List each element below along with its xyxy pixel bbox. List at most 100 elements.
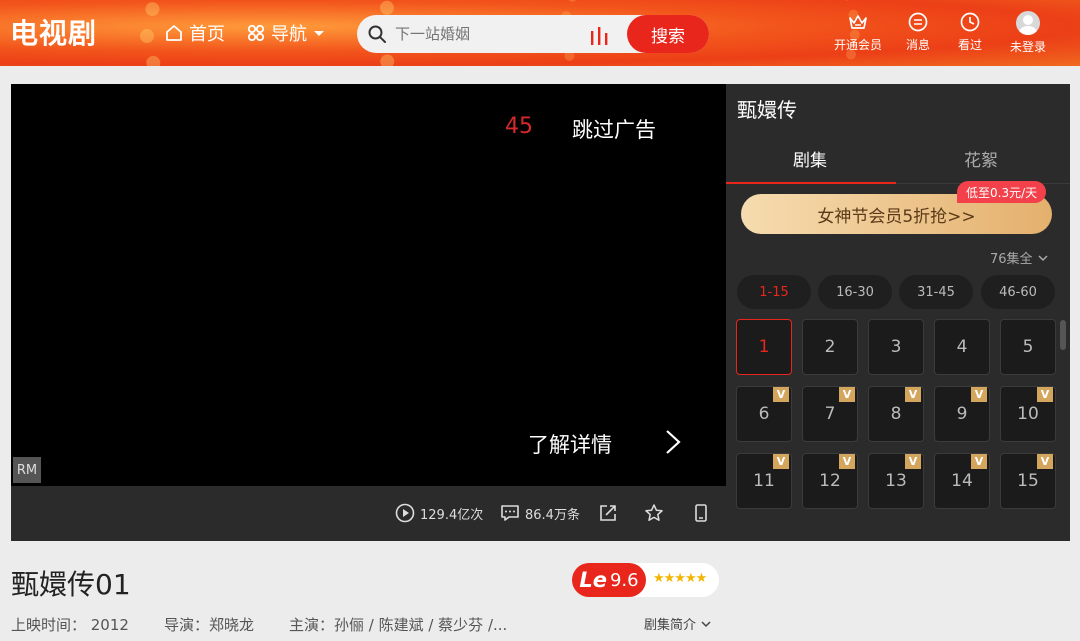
history-button[interactable]: 看过 (958, 11, 982, 53)
episode-button[interactable]: 9V (934, 386, 990, 442)
episode-button[interactable]: 11 V (736, 453, 792, 509)
episode-button[interactable]: 14 V (934, 453, 990, 509)
synopsis-toggle[interactable]: 剧集简介 (644, 614, 712, 633)
search-button[interactable]: 搜索 (627, 15, 709, 53)
player-toolbar: 129.4亿次 86.4万条 (11, 486, 726, 541)
vip-badge: V (839, 387, 855, 402)
login-button[interactable]: 未登录 (1010, 11, 1046, 55)
clock-icon (960, 12, 980, 32)
learn-more-link[interactable]: 了解详情 (528, 429, 612, 459)
episode-button[interactable]: 7V (802, 386, 858, 442)
hot-ranking-icon[interactable] (589, 25, 609, 45)
vip-badge: V (773, 387, 789, 402)
comment-icon (501, 505, 519, 521)
episode-button[interactable]: 5 (1000, 319, 1056, 375)
promo-price-tag: 低至0.3元/天 (957, 181, 1047, 203)
search-box: 搜索 (357, 15, 709, 53)
vip-badge: V (839, 454, 855, 469)
nav-home[interactable]: 首页 (164, 20, 225, 46)
episode-button[interactable]: 12 V (802, 453, 858, 509)
episode-number: 11 (753, 471, 775, 491)
mobile-watch-button[interactable] (691, 503, 711, 523)
episode-number: 9 (956, 404, 968, 424)
vip-badge: V (905, 454, 921, 469)
tab-extras[interactable]: 花絮 (964, 146, 998, 171)
episode-number: 7 (824, 404, 836, 424)
comment-count-text: 86.4万条 (525, 507, 580, 523)
range-tab-46-60[interactable]: 46-60 (981, 275, 1055, 309)
episode-number: 12 (819, 471, 841, 491)
episode-number: 6 (758, 404, 770, 424)
episode-button[interactable]: 3 (868, 319, 924, 375)
le-logo: Le (579, 568, 607, 592)
caret-down-icon (314, 30, 324, 36)
phone-icon (695, 504, 707, 522)
episode-panel: 甄嬛传 剧集 花絮 女神节会员5折抢>> 低至0.3元/天 76集全 1-15 … (726, 84, 1070, 541)
score-value: 9.6 (609, 569, 639, 591)
skip-ad-button[interactable]: 跳过广告 (572, 114, 656, 144)
episode-button[interactable]: 2 (802, 319, 858, 375)
play-count-text: 129.4亿次 (420, 507, 484, 523)
rm-badge: RM (13, 457, 41, 483)
star-icon (645, 504, 663, 521)
episode-button[interactable]: 8V (868, 386, 924, 442)
episode-number: 13 (885, 471, 907, 491)
episode-button[interactable]: 1 (736, 319, 792, 375)
episode-scrollbar[interactable] (1060, 320, 1066, 350)
comment-count[interactable]: 86.4万条 (500, 503, 580, 523)
episode-number: 10 (1017, 404, 1039, 424)
range-tab-31-45[interactable]: 31-45 (899, 275, 973, 309)
nav-guide[interactable]: 导航 (246, 20, 324, 46)
active-tab-indicator (726, 182, 896, 184)
chevron-down-icon (701, 620, 711, 627)
ad-countdown: 45 (505, 114, 533, 139)
episode-number: 5 (1022, 337, 1034, 357)
episode-button[interactable]: 4 (934, 319, 990, 375)
range-tab-1-15[interactable]: 1-15 (737, 275, 811, 309)
synopsis-label: 剧集简介 (644, 618, 697, 633)
message-icon (908, 12, 928, 32)
vip-badge: V (971, 387, 987, 402)
vip-badge: V (773, 454, 789, 469)
star-rating: ★★★★★ (653, 571, 707, 586)
episode-number: 1 (758, 337, 770, 357)
rating-badge: Le 9.6 ★★★★★ (572, 563, 719, 597)
episode-button[interactable]: 13 V (868, 453, 924, 509)
grid-icon (247, 24, 265, 42)
nav-guide-label: 导航 (271, 24, 307, 45)
episode-number: 2 (824, 337, 836, 357)
messages-button[interactable]: 消息 (906, 11, 930, 53)
play-count: 129.4亿次 (395, 503, 483, 523)
vip-badge: V (905, 387, 921, 402)
series-title: 甄嬛传 (737, 98, 797, 122)
share-icon (600, 505, 616, 521)
episode-number: 8 (890, 404, 902, 424)
favorite-button[interactable] (644, 503, 664, 523)
tab-episodes[interactable]: 剧集 (793, 146, 827, 171)
episode-button[interactable]: 10 V (1000, 386, 1056, 442)
range-tab-16-30[interactable]: 16-30 (818, 275, 892, 309)
episode-title: 甄嬛传01 (11, 568, 131, 601)
release-year: 上映时间： 2012 (11, 616, 129, 634)
episode-number: 3 (890, 337, 902, 357)
site-logo[interactable]: 电视剧 (10, 12, 97, 52)
messages-label: 消息 (906, 38, 931, 52)
episode-total-dropdown[interactable]: 76集全 (990, 248, 1049, 267)
play-circle-icon (395, 503, 415, 523)
video-player[interactable]: 45 跳过广告 了解详情 RM (11, 84, 726, 486)
episode-number: 4 (956, 337, 968, 357)
login-label: 未登录 (1010, 40, 1047, 54)
episode-button[interactable]: 6V (736, 386, 792, 442)
search-input[interactable] (395, 25, 575, 43)
search-icon (368, 25, 386, 43)
nav-home-label: 首页 (189, 24, 225, 45)
vip-button[interactable]: 开通会员 (834, 11, 882, 53)
vip-label: 开通会员 (834, 38, 883, 52)
vip-badge: V (1037, 454, 1053, 469)
episode-button[interactable]: 15 V (1000, 453, 1056, 509)
crown-icon (849, 15, 867, 29)
cast: 主演：孙俪 / 陈建斌 / 蔡少芬 /... (289, 616, 508, 634)
share-button[interactable] (598, 503, 618, 523)
chevron-right-icon[interactable] (663, 429, 683, 455)
top-header: 电视剧 首页 导航 搜索 开通会员 消息 看过 未登录 (0, 0, 1080, 66)
